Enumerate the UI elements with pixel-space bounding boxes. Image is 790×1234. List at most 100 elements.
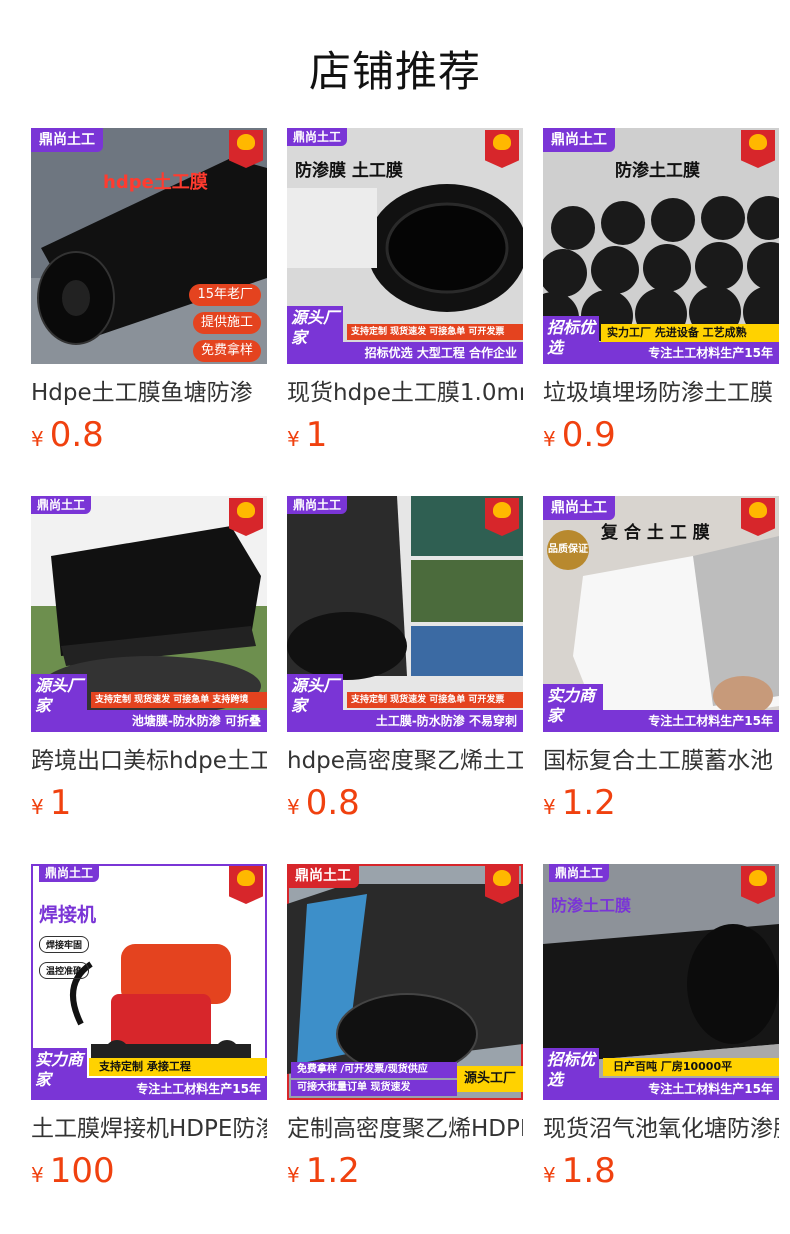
price-value: 1.2: [561, 783, 616, 823]
currency-symbol: ¥: [31, 1163, 44, 1187]
product-image[interactable]: 鼎尚土工 防渗土工膜 招标优选 日产百吨 厂房10000平 专注土工材料生产15…: [543, 864, 779, 1100]
shop-tag: 鼎尚土工: [31, 128, 103, 152]
image-strip: 支持定制 承接工程: [89, 1058, 267, 1076]
currency-symbol: ¥: [287, 795, 300, 819]
product-card[interactable]: 鼎尚土工 复 合 土 工 膜 品质保证 实力商家 专注土工材料生产15年 国标复…: [543, 496, 779, 824]
product-image[interactable]: 鼎尚土工 源头厂家 支持定制 现货速发 可接急单 支持跨境 池塘膜-防水防渗 可…: [31, 496, 267, 732]
product-name[interactable]: hdpe高密度聚乙烯土工膜: [287, 746, 523, 776]
image-bottom-bar: 专注土工材料生产15年: [603, 710, 779, 732]
product-name[interactable]: 定制高密度聚乙烯HDPE: [287, 1114, 523, 1144]
brand-badge: [741, 498, 775, 536]
image-strip: 支持定制 现货速发 可接急单 可开发票: [347, 692, 523, 708]
product-image[interactable]: 鼎尚土工 源头厂家 支持定制 现货速发 可接急单 可开发票 土工膜-防水防渗 不…: [287, 496, 523, 732]
product-image[interactable]: 鼎尚土工 免费拿样 /可开发票/现货供应 可接大批量订单 现货速发 源头工厂: [287, 864, 523, 1100]
product-price: ¥0.8: [287, 782, 523, 824]
image-strip: 免费拿样 /可开发票/现货供应: [291, 1062, 457, 1078]
page-title: 店铺推荐: [308, 47, 481, 96]
product-name[interactable]: 现货hdpe土工膜1.0mm: [287, 378, 523, 408]
brand-badge: [229, 866, 263, 904]
price-value: 1: [305, 415, 328, 455]
product-price: ¥1.2: [287, 1150, 523, 1192]
image-headline: 复 合 土 工 膜: [601, 523, 710, 543]
product-card[interactable]: 鼎尚土工 防渗膜 土工膜 源头厂家 支持定制 现货速发 可接急单 可开发票 招标…: [287, 128, 523, 456]
image-bottom-bar: 专注土工材料生产15年: [599, 342, 779, 364]
shop-tag: 鼎尚土工: [543, 496, 615, 520]
product-image[interactable]: 鼎尚土工 复 合 土 工 膜 品质保证 实力商家 专注土工材料生产15年: [543, 496, 779, 732]
image-bottom-bar: 专注土工材料生产15年: [87, 1078, 267, 1100]
product-price: ¥0.9: [543, 414, 779, 456]
price-value: 100: [49, 1151, 115, 1191]
product-image[interactable]: 鼎尚土工 hdpe土工膜 15年老厂 提供施工 免费拿样: [31, 128, 267, 364]
currency-symbol: ¥: [287, 427, 300, 451]
price-value: 1.2: [305, 1151, 360, 1191]
product-price: ¥0.8: [31, 414, 267, 456]
brand-badge: [741, 866, 775, 904]
price-value: 0.8: [49, 415, 104, 455]
product-name[interactable]: 土工膜焊接机HDPE防渗膜: [31, 1114, 267, 1144]
shop-tag: 鼎尚土工: [549, 864, 610, 882]
product-image[interactable]: 鼎尚土工 防渗土工膜 招标优选 实力工厂 先进设备 工艺成熟 专注土工材料生产1…: [543, 128, 779, 364]
image-pill: 提供施工: [192, 312, 261, 334]
image-corner-label: 源头厂家: [287, 674, 343, 732]
image-feature: 温控准确: [39, 962, 90, 979]
product-name[interactable]: Hdpe土工膜鱼塘防渗: [31, 378, 267, 408]
image-bottom-bar: 专注土工材料生产15年: [599, 1078, 779, 1100]
image-bottom-bar: 源头工厂: [457, 1066, 523, 1092]
image-corner-label: 实力商家: [543, 684, 603, 732]
image-strip: 实力工厂 先进设备 工艺成熟: [601, 324, 779, 342]
image-strip-secondary: 可接大批量订单 现货速发: [291, 1080, 457, 1096]
price-value: 0.8: [305, 783, 360, 823]
image-corner-label: 实力商家: [31, 1048, 87, 1100]
brand-badge: [229, 130, 263, 168]
product-card[interactable]: 鼎尚土工 免费拿样 /可开发票/现货供应 可接大批量订单 现货速发 源头工厂 定…: [287, 864, 523, 1192]
brand-badge: [741, 130, 775, 168]
image-bottom-bar: 池塘膜-防水防渗 可折叠: [87, 710, 267, 732]
image-headline: 焊接机: [39, 904, 97, 926]
brand-badge: [229, 498, 263, 536]
product-price: ¥1.2: [543, 782, 779, 824]
product-card[interactable]: 鼎尚土工 防渗土工膜 招标优选 实力工厂 先进设备 工艺成熟 专注土工材料生产1…: [543, 128, 779, 456]
brand-badge: [485, 866, 519, 904]
image-headline: 防渗土工膜: [551, 896, 632, 915]
shop-tag: 鼎尚土工: [287, 128, 348, 146]
product-image[interactable]: 鼎尚土工 防渗膜 土工膜 源头厂家 支持定制 现货速发 可接急单 可开发票 招标…: [287, 128, 523, 364]
image-corner-label: 源头厂家: [31, 674, 87, 732]
image-corner-label: 招标优选: [543, 316, 599, 364]
product-card[interactable]: 鼎尚土工 hdpe土工膜 15年老厂 提供施工 免费拿样 Hdpe土工膜鱼塘防渗…: [31, 128, 267, 456]
shop-tag: 鼎尚土工: [31, 496, 92, 514]
image-strip: 支持定制 现货速发 可接急单 支持跨境: [91, 692, 267, 708]
currency-symbol: ¥: [287, 1163, 300, 1187]
shop-tag: 鼎尚土工: [543, 128, 615, 152]
product-card[interactable]: 鼎尚土工 焊接机 焊接牢固 温控准确 实力商家 支持定制 承接工程 专注土工材料…: [31, 864, 267, 1192]
product-name[interactable]: 国标复合土工膜蓄水池: [543, 746, 779, 776]
image-feature: 焊接牢固: [39, 936, 90, 953]
image-pill: 免费拿样: [192, 340, 261, 362]
image-corner-label: 源头厂家: [287, 306, 343, 364]
product-price: ¥1: [287, 414, 523, 456]
quality-seal: 品质保证: [547, 530, 589, 570]
product-card[interactable]: 鼎尚土工 防渗土工膜 招标优选 日产百吨 厂房10000平 专注土工材料生产15…: [543, 864, 779, 1192]
shop-tag: 鼎尚土工: [39, 864, 100, 882]
currency-symbol: ¥: [543, 1163, 556, 1187]
price-value: 1.8: [561, 1151, 616, 1191]
product-price: ¥100: [31, 1150, 267, 1192]
image-headline: 防渗土工膜: [615, 161, 700, 181]
product-card[interactable]: 鼎尚土工 源头厂家 支持定制 现货速发 可接急单 支持跨境 池塘膜-防水防渗 可…: [31, 496, 267, 824]
currency-symbol: ¥: [31, 795, 44, 819]
image-bottom-bar: 招标优选 大型工程 合作企业: [343, 342, 523, 364]
shop-tag: 鼎尚土工: [287, 864, 359, 888]
image-corner-label: 招标优选: [543, 1048, 599, 1100]
currency-symbol: ¥: [543, 427, 556, 451]
product-price: ¥1.8: [543, 1150, 779, 1192]
product-image[interactable]: 鼎尚土工 焊接机 焊接牢固 温控准确 实力商家 支持定制 承接工程 专注土工材料…: [31, 864, 267, 1100]
product-name[interactable]: 现货沼气池氧化塘防渗膜: [543, 1114, 779, 1144]
currency-symbol: ¥: [543, 795, 556, 819]
image-headline: 防渗膜 土工膜: [295, 161, 403, 181]
currency-symbol: ¥: [31, 427, 44, 451]
product-name[interactable]: 跨境出口美标hdpe土工膜: [31, 746, 267, 776]
product-card[interactable]: 鼎尚土工 源头厂家 支持定制 现货速发 可接急单 可开发票 土工膜-防水防渗 不…: [287, 496, 523, 824]
price-value: 0.9: [561, 415, 616, 455]
shop-tag: 鼎尚土工: [287, 496, 348, 514]
image-strip: 日产百吨 厂房10000平: [603, 1058, 779, 1076]
product-name[interactable]: 垃圾填埋场防渗土工膜: [543, 378, 779, 408]
